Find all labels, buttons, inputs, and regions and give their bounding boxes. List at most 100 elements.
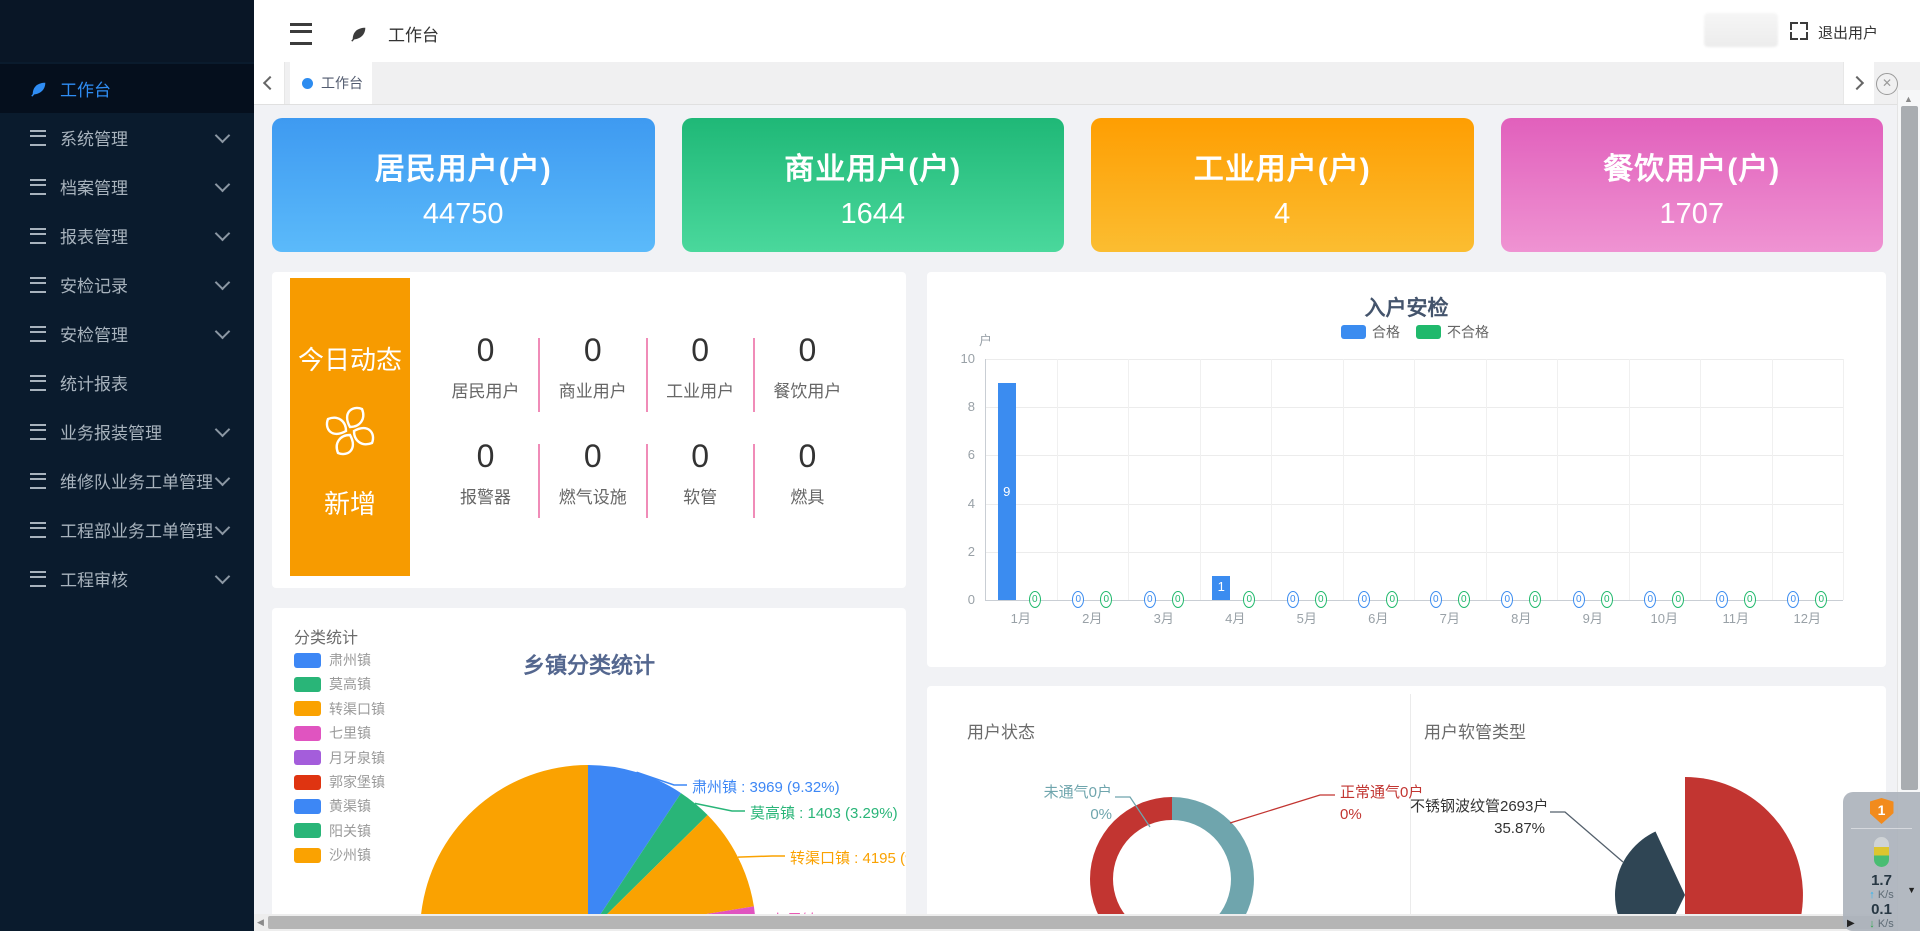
today-stat-label: 报警器 — [432, 483, 539, 508]
play-triangle-icon[interactable]: ▶ — [1847, 918, 1855, 929]
hamburger-menu-icon[interactable] — [290, 23, 312, 45]
gridline-vertical — [1414, 359, 1415, 600]
sidebar-item-label: 统计报表 — [60, 370, 228, 395]
legend-item[interactable]: 合格 — [1341, 322, 1400, 342]
today-activity-badge: 今日动态 新增 — [290, 278, 410, 576]
chevron-left-icon — [263, 76, 277, 90]
today-title: 今日动态 — [290, 340, 410, 377]
callout-line — [738, 856, 785, 857]
menu-icon — [30, 228, 46, 244]
pinwheel-icon — [322, 403, 378, 459]
sidebar-item-menu[interactable]: 安检管理 — [0, 309, 254, 358]
shield-badge-icon[interactable]: 1 — [1870, 798, 1894, 824]
legend-item[interactable]: 不合格 — [1416, 322, 1489, 342]
tab-workbench[interactable]: 工作台 — [290, 62, 372, 104]
x-tick-label: 4月 — [1207, 608, 1263, 627]
today-stat-cell: 0报警器 — [432, 438, 539, 508]
legend-label: 合格 — [1372, 322, 1400, 342]
chevron-down-icon — [215, 471, 231, 487]
sidebar-item-label: 安检管理 — [60, 321, 217, 346]
tab-scroll-left-button[interactable] — [254, 62, 285, 104]
today-stat-value: 0 — [539, 332, 646, 369]
x-tick-label: 10月 — [1636, 608, 1692, 627]
zero-marker: 0 — [1672, 591, 1684, 608]
scroll-up-arrow-icon[interactable]: ▲ — [1904, 94, 1913, 104]
pie-callout-label: 肃州镇 : 3969 (9.32%) — [692, 776, 840, 797]
caret-down-icon[interactable]: ▼ — [1907, 885, 1916, 895]
gridline-vertical — [1486, 359, 1487, 600]
legend-label: 不合格 — [1447, 322, 1489, 342]
y-tick-label: 0 — [935, 592, 975, 607]
sidebar-item-menu[interactable]: 系统管理 — [0, 113, 254, 162]
sidebar-item-menu[interactable]: 业务报装管理 — [0, 407, 254, 456]
callout-line — [695, 803, 745, 811]
sidebar-item-menu[interactable]: 档案管理 — [0, 162, 254, 211]
horizontal-scrollbar[interactable]: ◀ — [254, 914, 1897, 931]
speed-meter-icon — [1874, 837, 1889, 867]
chevron-down-icon — [215, 275, 231, 291]
net-speed-overlay-widget[interactable]: 1 1.7 ↑ K/s 0.1 ↓ K/s ▼ ▶ — [1843, 792, 1920, 931]
zero-marker: 0 — [1072, 591, 1084, 608]
stat-card-label: 工业用户(户) — [1091, 144, 1474, 188]
tab-scroll-right-button[interactable] — [1843, 62, 1874, 104]
x-tick-label: 2月 — [1064, 608, 1120, 627]
chevron-down-icon — [215, 226, 231, 242]
page-title: 工作台 — [388, 21, 439, 46]
logout-button[interactable]: 退出用户 — [1818, 22, 1878, 43]
today-stat-label: 餐饮用户 — [754, 377, 861, 402]
menu-icon — [30, 571, 46, 587]
y-tick-label: 8 — [935, 399, 975, 414]
vertical-scrollbar-thumb[interactable] — [1901, 106, 1918, 790]
y-tick-label: 2 — [935, 544, 975, 559]
sidebar-item-label: 报表管理 — [60, 223, 217, 248]
pie-callout-label: 莫高镇 : 1403 (3.29%) — [750, 802, 898, 823]
sidebar-item-menu[interactable]: 统计报表 — [0, 358, 254, 407]
sidebar-item-label: 安检记录 — [60, 272, 217, 297]
x-tick-label: 8月 — [1493, 608, 1549, 627]
zero-marker: 0 — [1529, 591, 1541, 608]
horizontal-scrollbar-thumb[interactable] — [268, 916, 1880, 929]
zero-marker: 0 — [1144, 591, 1156, 608]
y-tick-label: 10 — [935, 351, 975, 366]
user-name-redacted — [1704, 13, 1778, 47]
callout-line — [1550, 812, 1623, 862]
legend-swatch — [1341, 325, 1366, 339]
fullscreen-icon[interactable] — [1790, 22, 1808, 40]
rose-slice-正常 — [1685, 777, 1803, 931]
today-stat-value: 0 — [647, 438, 754, 475]
inspection-chart-panel: 入户安检 合格不合格 户 02468101月902月003月004月105月00… — [927, 272, 1886, 667]
sidebar-item-active[interactable]: 工作台 — [0, 64, 254, 113]
download-speed-value: 0.1 — [1843, 902, 1920, 918]
sidebar-item-menu[interactable]: 维修队业务工单管理 — [0, 456, 254, 505]
stat-card-label: 餐饮用户(户) — [1501, 144, 1884, 188]
zero-marker: 0 — [1573, 591, 1585, 608]
sidebar-item-menu[interactable]: 工程部业务工单管理 — [0, 505, 254, 554]
sidebar-item-menu[interactable]: 工程审核 — [0, 554, 254, 603]
zero-marker: 0 — [1744, 591, 1756, 608]
sidebar-item-label: 维修队业务工单管理 — [60, 468, 217, 493]
stat-card-label: 商业用户(户) — [682, 144, 1065, 188]
x-tick-label: 11月 — [1708, 608, 1764, 627]
close-all-tabs-icon[interactable]: ✕ — [1876, 73, 1898, 95]
sidebar-item-menu[interactable]: 报表管理 — [0, 211, 254, 260]
zero-marker: 0 — [1100, 591, 1112, 608]
sidebar-item-menu[interactable]: 安检记录 — [0, 260, 254, 309]
sidebar: 工作台系统管理档案管理报表管理安检记录安检管理统计报表业务报装管理维修队业务工单… — [0, 0, 254, 931]
scroll-left-arrow-icon[interactable]: ◀ — [257, 917, 264, 928]
today-stat-value: 0 — [432, 332, 539, 369]
y-tick-label: 6 — [935, 447, 975, 462]
callout-line — [1230, 795, 1335, 823]
gridline-vertical — [1557, 359, 1558, 600]
breadcrumb: 工作台 — [350, 21, 439, 46]
town-pie-chart — [272, 608, 906, 931]
chevron-down-icon — [215, 324, 231, 340]
stat-card-value: 1644 — [682, 198, 1065, 231]
today-stat-label: 工业用户 — [647, 377, 754, 402]
stat-card-value: 4 — [1091, 198, 1474, 231]
stat-card-value: 44750 — [272, 198, 655, 231]
menu-icon — [30, 424, 46, 440]
x-tick-label: 6月 — [1350, 608, 1406, 627]
gridline-vertical — [1843, 359, 1844, 600]
menu-icon — [30, 375, 46, 391]
today-stat-value: 0 — [754, 438, 861, 475]
